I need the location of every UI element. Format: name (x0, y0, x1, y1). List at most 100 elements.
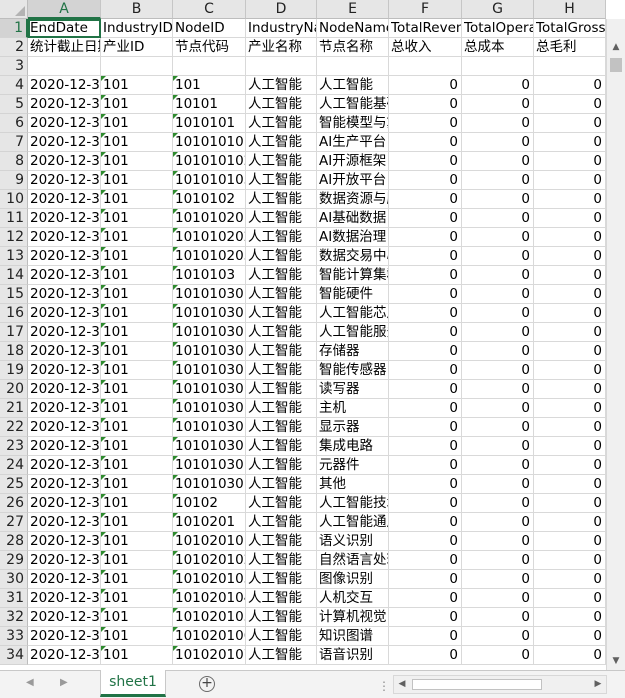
table-cell-f[interactable]: 0 (389, 551, 462, 570)
header-cell-b[interactable]: IndustryID (101, 19, 173, 38)
header-cell-a[interactable]: EndDate (28, 19, 101, 38)
table-cell-f[interactable]: 0 (389, 304, 462, 323)
table-cell-b[interactable]: 101 (101, 646, 173, 665)
table-cell-b[interactable]: 101 (101, 456, 173, 475)
table-cell-b[interactable]: 101 (101, 532, 173, 551)
table-cell-e[interactable]: 自然语言处理 (317, 551, 389, 570)
table-cell-g[interactable]: 0 (462, 114, 534, 133)
table-cell-f[interactable]: 0 (389, 190, 462, 209)
table-cell-c[interactable]: 101 (173, 76, 246, 95)
table-cell-d[interactable]: 人工智能 (246, 171, 317, 190)
row-header[interactable]: 3 (0, 57, 28, 76)
table-cell-e[interactable]: 人工智能 (317, 76, 389, 95)
table-cell-a[interactable]: 2020-12-31 (28, 285, 101, 304)
table-cell-d[interactable]: 人工智能 (246, 114, 317, 133)
row-header[interactable]: 7 (0, 133, 28, 152)
table-cell-f[interactable]: 0 (389, 608, 462, 627)
table-cell-c[interactable]: 101010301 (173, 456, 246, 475)
table-cell-d[interactable]: 人工智能 (246, 228, 317, 247)
table-cell-c[interactable]: 101010301 (173, 323, 246, 342)
table-cell-e[interactable]: 数据资源与服务 (317, 190, 389, 209)
table-cell-d[interactable]: 人工智能 (246, 494, 317, 513)
table-cell-f[interactable]: 0 (389, 627, 462, 646)
table-cell-a[interactable]: 2020-12-31 (28, 95, 101, 114)
row-header[interactable]: 13 (0, 247, 28, 266)
empty-cell[interactable] (534, 57, 606, 76)
row-header[interactable]: 8 (0, 152, 28, 171)
row-header[interactable]: 21 (0, 399, 28, 418)
table-cell-c[interactable]: 101020107 (173, 646, 246, 665)
table-cell-h[interactable]: 0 (534, 437, 606, 456)
header-cell-f[interactable]: TotalRevenue (389, 19, 462, 38)
next-sheet-icon[interactable]: ▶ (60, 677, 68, 688)
table-cell-d[interactable]: 人工智能 (246, 589, 317, 608)
table-cell-g[interactable]: 0 (462, 551, 534, 570)
table-cell-c[interactable]: 101010202 (173, 228, 246, 247)
table-cell-c[interactable]: 101010301 (173, 285, 246, 304)
table-cell-a[interactable]: 2020-12-31 (28, 247, 101, 266)
table-cell-g[interactable]: 0 (462, 266, 534, 285)
table-cell-h[interactable]: 0 (534, 399, 606, 418)
table-cell-a[interactable]: 2020-12-31 (28, 152, 101, 171)
table-cell-f[interactable]: 0 (389, 589, 462, 608)
table-cell-a[interactable]: 2020-12-31 (28, 304, 101, 323)
table-cell-h[interactable]: 0 (534, 570, 606, 589)
table-cell-h[interactable]: 0 (534, 304, 606, 323)
column-header-d[interactable]: D (246, 0, 317, 19)
table-cell-g[interactable]: 0 (462, 646, 534, 665)
table-cell-e[interactable]: 智能硬件 (317, 285, 389, 304)
horizontal-scroll-thumb[interactable] (412, 679, 542, 690)
sheet-tab-sheet1[interactable]: sheet1 (100, 670, 166, 697)
horizontal-scrollbar[interactable]: ◀ ▶ (393, 675, 607, 694)
table-cell-a[interactable]: 2020-12-31 (28, 114, 101, 133)
table-cell-g[interactable]: 0 (462, 285, 534, 304)
table-cell-h[interactable]: 0 (534, 190, 606, 209)
table-cell-c[interactable]: 101010301 (173, 399, 246, 418)
row-header[interactable]: 24 (0, 456, 28, 475)
table-cell-c[interactable]: 1010101 (173, 114, 246, 133)
table-cell-b[interactable]: 101 (101, 171, 173, 190)
header-cell-g[interactable]: TotalOperatingCost (462, 19, 534, 38)
table-cell-h[interactable]: 0 (534, 456, 606, 475)
table-cell-f[interactable]: 0 (389, 475, 462, 494)
table-cell-d[interactable]: 人工智能 (246, 209, 317, 228)
table-cell-g[interactable]: 0 (462, 494, 534, 513)
table-cell-f[interactable]: 0 (389, 95, 462, 114)
table-cell-a[interactable]: 2020-12-31 (28, 551, 101, 570)
table-cell-f[interactable]: 0 (389, 228, 462, 247)
table-cell-c[interactable]: 1010201 (173, 513, 246, 532)
table-cell-a[interactable]: 2020-12-31 (28, 494, 101, 513)
table-cell-c[interactable]: 101010103 (173, 171, 246, 190)
header-cell-e[interactable]: NodeName (317, 19, 389, 38)
table-cell-f[interactable]: 0 (389, 380, 462, 399)
table-cell-b[interactable]: 101 (101, 627, 173, 646)
table-cell-f[interactable]: 0 (389, 114, 462, 133)
row-header[interactable]: 30 (0, 570, 28, 589)
table-cell-e[interactable]: 图像识别 (317, 570, 389, 589)
table-cell-d[interactable]: 人工智能 (246, 152, 317, 171)
table-cell-g[interactable]: 0 (462, 380, 534, 399)
column-header-f[interactable]: F (389, 0, 462, 19)
table-cell-a[interactable]: 2020-12-31 (28, 589, 101, 608)
table-cell-c[interactable]: 1010102 (173, 190, 246, 209)
table-cell-f[interactable]: 0 (389, 456, 462, 475)
table-cell-d[interactable]: 人工智能 (246, 76, 317, 95)
table-cell-e[interactable]: 读写器 (317, 380, 389, 399)
row-header[interactable]: 26 (0, 494, 28, 513)
table-cell-d[interactable]: 人工智能 (246, 266, 317, 285)
table-cell-a[interactable]: 2020-12-31 (28, 627, 101, 646)
table-cell-b[interactable]: 101 (101, 589, 173, 608)
row-header[interactable]: 32 (0, 608, 28, 627)
header-cell-h[interactable]: TotalGrossProfit (534, 19, 606, 38)
table-cell-e[interactable]: 语义识别 (317, 532, 389, 551)
header-cell-d[interactable]: IndustryName (246, 19, 317, 38)
table-cell-g[interactable]: 0 (462, 399, 534, 418)
table-cell-e[interactable]: AI数据治理 (317, 228, 389, 247)
table-cell-a[interactable]: 2020-12-31 (28, 76, 101, 95)
table-cell-d[interactable]: 人工智能 (246, 627, 317, 646)
table-cell-f[interactable]: 0 (389, 570, 462, 589)
table-cell-d[interactable]: 人工智能 (246, 399, 317, 418)
table-cell-d[interactable]: 人工智能 (246, 608, 317, 627)
label-cell-c[interactable]: 节点代码 (173, 38, 246, 57)
table-cell-e[interactable]: 智能模型与算法 (317, 114, 389, 133)
